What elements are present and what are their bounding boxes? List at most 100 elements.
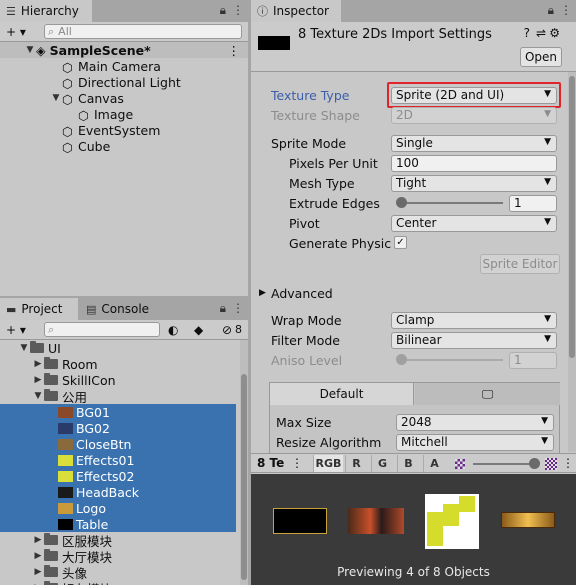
hierarchy-item[interactable]: ⬡ Main Camera <box>0 58 248 76</box>
project-asset-row[interactable]: HeadBack <box>0 484 236 500</box>
max-size-dropdown[interactable]: 2048 ▼ <box>396 413 554 431</box>
max-size-label: Max Size <box>276 414 332 430</box>
sprite-editor-button[interactable]: Sprite Editor <box>480 254 560 274</box>
texture-type-dropdown[interactable]: Sprite (2D and UI) ▼ <box>391 86 557 104</box>
project-folder-row[interactable]: ▶ Room <box>0 356 236 372</box>
filter-by-type-icon[interactable]: ◐ <box>168 323 178 337</box>
folder-icon <box>44 357 58 369</box>
project-asset-row[interactable]: Effects02 <box>0 468 236 484</box>
advanced-foldout[interactable]: ▶ Advanced <box>251 284 576 302</box>
extrude-edges-slider-knob[interactable] <box>396 197 407 208</box>
project-folder-row[interactable]: ▼ UI <box>0 340 236 356</box>
project-asset-row[interactable]: Table <box>0 516 236 532</box>
preset-icon[interactable]: ⇌ <box>536 26 546 40</box>
project-folder-row[interactable]: ▶ 大厅模块 <box>0 548 236 565</box>
hierarchy-item[interactable]: ▼ ⬡ Canvas <box>0 90 248 108</box>
kebab-menu-icon[interactable]: ⋮ <box>232 301 244 316</box>
texture-type-row: Texture Type Sprite (2D and UI) ▼ <box>251 82 576 108</box>
collapse-arrow-icon[interactable]: ▶ <box>32 567 44 577</box>
expand-arrow-icon[interactable]: ▼ <box>24 45 36 55</box>
foldout-arrow-icon[interactable]: ▶ <box>259 288 266 298</box>
lock-icon[interactable]: 🔒︎ <box>220 3 226 18</box>
preview-menu-icon[interactable]: ⋮ <box>291 456 303 470</box>
texture-thumbnail-icon <box>58 502 73 514</box>
hierarchy-item[interactable]: ⬡ EventSystem <box>0 122 248 140</box>
project-asset-row[interactable]: BG02 <box>0 420 236 436</box>
project-item-label: 好友模块 <box>62 579 112 585</box>
hierarchy-search-input[interactable]: ⌕ All <box>44 24 242 39</box>
project-item-label: BG01 <box>76 404 110 420</box>
hierarchy-item[interactable]: ⬡ Image <box>0 106 248 124</box>
project-search-input[interactable]: ⌕ <box>44 322 160 337</box>
tab-hierarchy[interactable]: ☰ Hierarchy <box>0 0 92 22</box>
project-folder-row[interactable]: ▶好友模块 <box>0 580 236 585</box>
filter-mode-dropdown[interactable]: Bilinear ▼ <box>391 331 557 349</box>
scene-row[interactable]: ▼ ◈ SampleScene* ⋮ <box>0 42 248 58</box>
expand-arrow-icon[interactable]: ▼ <box>18 343 30 353</box>
project-asset-row[interactable]: CloseBtn <box>0 436 236 452</box>
kebab-menu-icon[interactable]: ⋮ <box>560 3 572 18</box>
tab-project[interactable]: ▬ Project <box>0 298 78 320</box>
project-folder-row[interactable]: ▶ 头像 <box>0 564 236 581</box>
lock-icon[interactable]: 🔒︎ <box>548 3 554 18</box>
open-button[interactable]: Open <box>520 47 562 67</box>
folder-icon <box>44 389 58 401</box>
add-button[interactable]: + ▾ <box>6 323 26 337</box>
hidden-packages-icon[interactable]: ⊘ <box>222 323 232 337</box>
lock-icon[interactable]: 🔒︎ <box>220 301 226 316</box>
tab-console[interactable]: ▤ Console <box>80 298 160 320</box>
filter-mode-label: Filter Mode <box>271 332 340 348</box>
settings-gear-icon[interactable]: ⚙ <box>549 26 560 40</box>
extrude-edges-slider-track[interactable] <box>399 202 503 204</box>
mesh-type-dropdown[interactable]: Tight ▼ <box>391 174 557 192</box>
project-asset-row[interactable]: Logo <box>0 500 236 516</box>
project-scrollbar[interactable] <box>240 340 248 585</box>
pivot-value: Center <box>396 216 437 230</box>
kebab-menu-icon[interactable]: ⋮ <box>232 3 244 18</box>
texture-shape-value: 2D <box>396 108 413 122</box>
expand-arrow-icon[interactable]: ▼ <box>50 93 62 103</box>
project-asset-row[interactable]: BG01 <box>0 404 236 420</box>
channel-g-button[interactable]: G <box>371 455 393 472</box>
pixels-per-unit-field[interactable]: 100 <box>391 154 557 172</box>
platform-tab-default[interactable]: Default <box>270 383 414 405</box>
kebab-menu-icon[interactable]: ⋮ <box>228 43 241 58</box>
project-scrollbar-thumb[interactable] <box>241 374 247 580</box>
sprite-mode-dropdown[interactable]: Single ▼ <box>391 134 557 152</box>
expand-arrow-icon[interactable]: ▼ <box>32 391 44 401</box>
project-folder-row[interactable]: ▶ 区服模块 <box>0 532 236 549</box>
collapse-arrow-icon[interactable]: ▶ <box>32 551 44 561</box>
project-item-label: 公用 <box>62 389 88 405</box>
channel-a-button[interactable]: A <box>423 455 445 472</box>
project-item-label: Logo <box>76 500 106 516</box>
project-folder-row[interactable]: ▶ SkillICon <box>0 372 236 388</box>
wrap-mode-dropdown[interactable]: Clamp ▼ <box>391 311 557 329</box>
channel-r-button[interactable]: R <box>345 455 367 472</box>
pivot-dropdown[interactable]: Center ▼ <box>391 214 557 232</box>
collapse-arrow-icon[interactable]: ▶ <box>32 375 44 385</box>
inspector-scrollbar-thumb[interactable] <box>569 76 575 358</box>
collapse-arrow-icon[interactable]: ▶ <box>32 359 44 369</box>
project-asset-row[interactable]: Effects01 <box>0 452 236 468</box>
add-button[interactable]: + ▾ <box>6 25 26 39</box>
platform-tab-standalone[interactable]: 🖵 <box>415 383 560 405</box>
project-folder-row[interactable]: ▼ 公用 <box>0 388 236 405</box>
inspector-scrollbar[interactable] <box>568 72 576 452</box>
channel-b-button[interactable]: B <box>397 455 419 472</box>
kebab-menu-icon[interactable]: ⋮ <box>562 456 574 470</box>
hierarchy-item[interactable]: ⬡ Cube <box>0 138 248 156</box>
tab-inspector[interactable]: ⓘ Inspector <box>251 0 341 22</box>
dropdown-caret-icon: ▼ <box>544 333 551 344</box>
channel-rgb-button[interactable]: RGB <box>313 455 343 472</box>
hierarchy-item-label: EventSystem <box>78 122 161 138</box>
filter-by-label-icon[interactable]: ◆ <box>194 323 203 337</box>
generate-physics-checkbox[interactable]: ✓ <box>394 236 407 249</box>
preview-title[interactable]: 8 Te <box>257 456 284 470</box>
resize-algorithm-dropdown[interactable]: Mitchell ▼ <box>396 433 554 451</box>
help-icon[interactable]: ? <box>524 26 530 40</box>
hierarchy-item[interactable]: ⬡ Directional Light <box>0 74 248 92</box>
extrude-edges-field[interactable]: 1 <box>509 194 557 212</box>
mip-slider-track[interactable] <box>473 463 537 465</box>
collapse-arrow-icon[interactable]: ▶ <box>32 535 44 545</box>
mip-slider-knob[interactable] <box>529 458 540 469</box>
